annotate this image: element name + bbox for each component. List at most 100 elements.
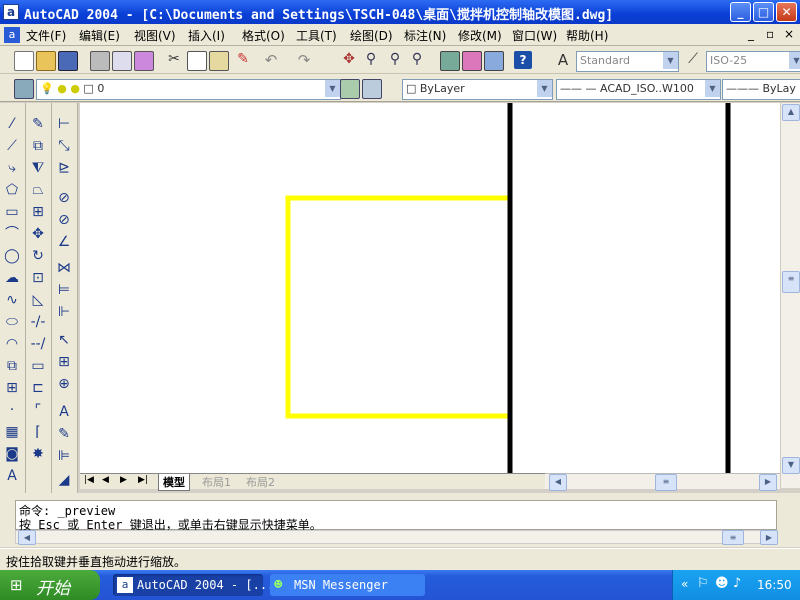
chamfer-icon[interactable]: ⌜ — [28, 401, 48, 419]
autocad-app-icon[interactable]: a — [3, 4, 19, 20]
restore-button[interactable]: □ — [753, 2, 774, 22]
task-msn[interactable]: ☻ MSN Messenger — [270, 574, 425, 596]
scroll-thumb[interactable]: ≡ — [782, 271, 800, 293]
document-icon[interactable]: a — [4, 27, 20, 43]
polygon-icon[interactable]: ⬠ — [2, 181, 22, 199]
new-file-icon[interactable] — [14, 51, 34, 71]
trim-icon[interactable]: -/- — [28, 313, 48, 331]
rotate-icon[interactable]: ↻ — [28, 247, 48, 265]
tray-expand-icon[interactable]: « — [681, 577, 688, 591]
fillet-icon[interactable]: ⌈ — [28, 423, 48, 441]
print-icon[interactable] — [90, 51, 110, 71]
diameter-dimension-icon[interactable]: ⊘ — [54, 211, 74, 229]
first-tab-icon[interactable]: |◀ — [84, 475, 94, 485]
tool-palettes-icon[interactable] — [484, 51, 504, 71]
design-center-icon[interactable] — [462, 51, 482, 71]
layer-manager-icon[interactable] — [14, 79, 34, 99]
scroll-right-icon[interactable]: ▶ — [760, 530, 778, 545]
region-icon[interactable]: ◙ — [2, 445, 22, 463]
erase-icon[interactable]: ✎ — [28, 115, 48, 133]
multiline-text-icon[interactable]: A — [2, 467, 22, 485]
chevron-down-icon[interactable]: ▼ — [705, 80, 720, 97]
quick-leader-icon[interactable]: ↖ — [54, 331, 74, 349]
cut-icon[interactable]: ✂ — [165, 51, 183, 69]
hatch-icon[interactable]: ▦ — [2, 423, 22, 441]
dimension-update-icon[interactable]: ⊫ — [54, 447, 74, 465]
spline-icon[interactable]: ∿ — [2, 291, 22, 309]
help-icon[interactable]: ? — [514, 51, 532, 69]
linear-dimension-icon[interactable]: ⊢ — [54, 115, 74, 133]
doc-close-button[interactable]: × — [784, 27, 794, 41]
next-tab-icon[interactable]: ▶ — [120, 475, 127, 485]
scroll-right-icon[interactable]: ▶ — [759, 474, 777, 491]
scroll-down-icon[interactable]: ▼ — [782, 457, 800, 474]
pan-realtime-icon[interactable]: ✥ — [340, 51, 358, 69]
scroll-left-icon[interactable]: ◀ — [18, 530, 36, 545]
command-hscroll-thumb[interactable]: ≡ — [722, 530, 744, 545]
menu-window[interactable]: 窗口(W) — [512, 27, 557, 44]
menu-help[interactable]: 帮助(H) — [566, 27, 608, 44]
circle-icon[interactable]: ◯ — [2, 247, 22, 265]
chevron-down-icon[interactable]: ▼ — [663, 52, 678, 69]
ordinate-dimension-icon[interactable]: ⊵ — [54, 159, 74, 177]
copy-object-icon[interactable]: ⧉ — [28, 137, 48, 155]
paste-icon[interactable] — [209, 51, 229, 71]
insert-block-icon[interactable]: ⧉ — [2, 357, 22, 375]
radius-dimension-icon[interactable]: ⊘ — [54, 189, 74, 207]
extend-icon[interactable]: --/ — [28, 335, 48, 353]
start-button[interactable]: ⊞ 开始 — [0, 570, 100, 600]
polyline-icon[interactable]: ⤷ — [2, 159, 22, 177]
minimize-button[interactable]: _ — [730, 2, 751, 22]
publish-icon[interactable] — [134, 51, 154, 71]
command-history[interactable]: 命令: _preview 按 Esc 或 Enter 键退出，或单击右键显示快捷… — [15, 500, 777, 532]
offset-icon[interactable]: ⏢ — [28, 181, 48, 199]
construction-line-icon[interactable]: ⟋ — [2, 137, 22, 155]
ellipse-arc-icon[interactable]: ◠ — [2, 335, 22, 353]
text-style-select[interactable]: Standard ▼ — [576, 51, 679, 72]
zoom-window-icon[interactable]: ⚲ — [386, 51, 404, 69]
volume-icon[interactable]: ♪ — [733, 576, 741, 591]
menu-draw[interactable]: 绘图(D) — [350, 27, 393, 44]
break-icon[interactable]: ⊏ — [28, 379, 48, 397]
dim-style-select[interactable]: ISO-25 ▼ — [706, 51, 800, 72]
close-button[interactable]: ✕ — [776, 2, 797, 22]
menu-edit[interactable]: 编辑(E) — [79, 27, 120, 44]
network-icon[interactable]: ⚐ — [697, 576, 709, 591]
rectangle-icon[interactable]: ▭ — [2, 203, 22, 221]
drawing-canvas[interactable] — [80, 103, 780, 473]
undo-icon[interactable]: ↶ — [262, 51, 280, 69]
menu-tools[interactable]: 工具(T) — [296, 27, 337, 44]
clock[interactable]: 16:50 — [757, 578, 792, 592]
move-icon[interactable]: ✥ — [28, 225, 48, 243]
menu-view[interactable]: 视图(V) — [134, 27, 176, 44]
baseline-dimension-icon[interactable]: ⊨ — [54, 281, 74, 299]
explode-icon[interactable]: ✸ — [28, 445, 48, 463]
menu-format[interactable]: 格式(O) — [242, 27, 285, 44]
scroll-up-icon[interactable]: ▲ — [782, 104, 800, 121]
array-icon[interactable]: ⊞ — [28, 203, 48, 221]
tab-layout2[interactable]: 布局2 — [242, 474, 279, 490]
make-current-layer-icon[interactable] — [340, 79, 360, 99]
dimension-text-edit-icon[interactable]: ✎ — [54, 425, 74, 443]
vertical-scrollbar[interactable]: ▲ ≡ ▼ — [780, 103, 800, 488]
redo-icon[interactable]: ↷ — [295, 51, 313, 69]
menu-file[interactable]: 文件(F) — [26, 27, 66, 44]
tolerance-icon[interactable]: ⊞ — [54, 353, 74, 371]
horizontal-scrollbar[interactable]: ◀ ≡ ▶ — [545, 473, 780, 491]
zoom-previous-icon[interactable]: ⚲ — [408, 51, 426, 69]
line-icon[interactable]: ⁄ — [2, 115, 22, 133]
match-properties-icon[interactable]: ✎ — [234, 51, 252, 69]
layer-previous-icon[interactable] — [362, 79, 382, 99]
stretch-icon[interactable]: ◺ — [28, 291, 48, 309]
scroll-left-icon[interactable]: ◀ — [549, 474, 567, 491]
doc-restore-button[interactable]: ▫ — [766, 27, 774, 41]
quick-dimension-icon[interactable]: ⋈ — [54, 259, 74, 277]
layer-select[interactable]: 💡 ● ● □ 0 ▼ — [36, 79, 341, 100]
menu-dimension[interactable]: 标注(N) — [404, 27, 446, 44]
center-mark-icon[interactable]: ⊕ — [54, 375, 74, 393]
break-at-point-icon[interactable]: ▭ — [28, 357, 48, 375]
mirror-icon[interactable]: ⧨ — [28, 159, 48, 177]
scale-icon[interactable]: ⊡ — [28, 269, 48, 287]
chevron-down-icon[interactable]: ▼ — [789, 52, 800, 69]
prev-tab-icon[interactable]: ◀ — [102, 475, 109, 485]
